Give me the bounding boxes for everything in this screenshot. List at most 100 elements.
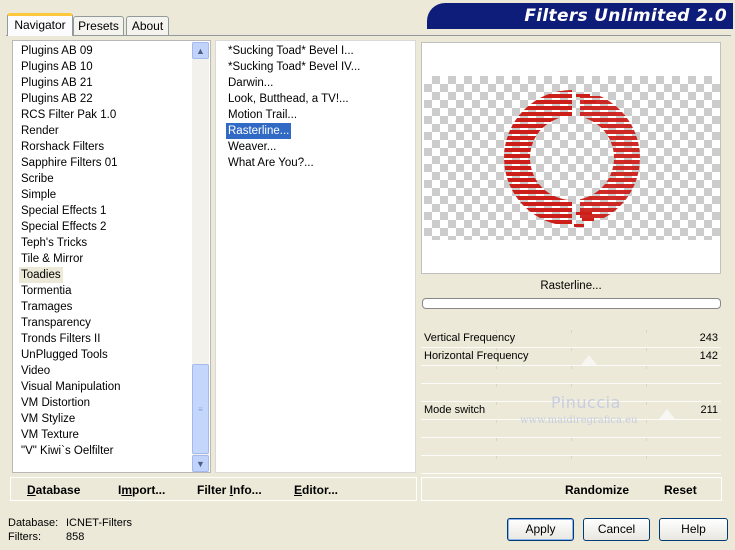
slider-tick xyxy=(646,366,647,369)
filter-list[interactable]: *Sucking Toad* Bevel I... *Sucking Toad* … xyxy=(215,40,416,473)
category-item[interactable]: Render xyxy=(19,123,61,139)
category-item[interactable]: Plugins AB 10 xyxy=(19,59,95,75)
slider-tick xyxy=(496,420,497,423)
slider-tick xyxy=(496,384,497,387)
slider-tick xyxy=(571,330,572,333)
slider-label: Mode switch xyxy=(424,404,486,416)
preview-canvas xyxy=(424,76,720,240)
app-banner: Filters Unlimited 2.0 xyxy=(427,3,733,29)
category-item[interactable]: Tramages xyxy=(19,299,74,315)
tab-about[interactable]: About xyxy=(126,16,169,35)
category-item[interactable]: RCS Filter Pak 1.0 xyxy=(19,107,118,123)
category-item[interactable]: Tronds Filters II xyxy=(19,331,102,347)
slider-tick xyxy=(571,384,572,387)
slider-tick xyxy=(646,420,647,423)
slider-label: Horizontal Frequency xyxy=(424,350,529,362)
category-item[interactable]: VM Stylize xyxy=(19,411,77,427)
import-button[interactable]: Import... xyxy=(118,483,165,497)
category-item[interactable]: Transparency xyxy=(19,315,93,331)
filter-item[interactable]: Darwin... xyxy=(226,75,275,91)
tab-navigator[interactable]: Navigator xyxy=(7,13,73,36)
reset-button[interactable]: Reset xyxy=(664,483,697,497)
scroll-up-button[interactable]: ▲ xyxy=(192,42,209,59)
category-item[interactable]: Video xyxy=(19,363,52,379)
slider-tick xyxy=(496,456,497,459)
filter-item[interactable]: Motion Trail... xyxy=(226,107,299,123)
slider-tick xyxy=(646,384,647,387)
tab-presets[interactable]: Presets xyxy=(73,16,124,35)
scroll-down-button[interactable]: ▼ xyxy=(192,455,209,472)
scroll-thumb[interactable]: ≡ xyxy=(192,364,209,454)
category-item[interactable]: VM Distortion xyxy=(19,395,92,411)
slider-tick xyxy=(571,438,572,441)
category-item[interactable]: UnPlugged Tools xyxy=(19,347,110,363)
category-item[interactable]: VM Texture xyxy=(19,427,81,443)
category-item[interactable]: Visual Manipulation xyxy=(19,379,123,395)
watermark-url: www.maidiregrafica.eu xyxy=(520,415,638,426)
database-button[interactable]: Database xyxy=(27,483,80,497)
status-filters-value: 858 xyxy=(66,531,85,543)
slider-tick xyxy=(646,330,647,333)
category-item[interactable]: Plugins AB 22 xyxy=(19,91,95,107)
slider-tick xyxy=(496,366,497,369)
slider-tick xyxy=(646,348,647,351)
slider-value: 142 xyxy=(699,350,718,362)
tab-panel-border xyxy=(6,35,731,36)
slider-tick xyxy=(571,366,572,369)
category-item[interactable]: Scribe xyxy=(19,171,56,187)
slider-tick xyxy=(496,438,497,441)
slider-row[interactable] xyxy=(421,456,721,474)
category-item[interactable]: Tormentia xyxy=(19,283,74,299)
filter-item[interactable]: *Sucking Toad* Bevel IV... xyxy=(226,59,362,75)
slider-tick xyxy=(646,456,647,459)
slider-tick xyxy=(646,402,647,405)
category-item[interactable]: Special Effects 1 xyxy=(19,203,108,219)
editor-button[interactable]: Editor... xyxy=(294,483,338,497)
category-item[interactable]: Plugins AB 09 xyxy=(19,43,95,59)
filter-item[interactable]: Rasterline... xyxy=(226,123,292,139)
right-toolbar: Randomize Reset xyxy=(421,477,722,501)
cancel-button[interactable]: Cancel xyxy=(583,518,650,541)
slider-row[interactable]: Horizontal Frequency 142 xyxy=(421,348,721,366)
slider-row[interactable] xyxy=(421,438,721,456)
preview-image xyxy=(504,90,640,227)
filter-info-button[interactable]: Filter Info... xyxy=(197,483,262,497)
category-list[interactable]: Plugins AB 09 Plugins AB 10 Plugins AB 21 P… xyxy=(12,40,211,473)
status-database-label: Database: xyxy=(8,517,59,529)
category-item[interactable]: Toadies xyxy=(19,267,63,283)
preview-filter-name: Rasterline... xyxy=(540,280,602,292)
slider-tick xyxy=(571,456,572,459)
filter-item[interactable]: What Are You?... xyxy=(226,155,316,171)
filter-item[interactable]: Weaver... xyxy=(226,139,278,155)
app-title: Filters Unlimited 2.0 xyxy=(524,6,727,26)
category-item[interactable]: Sapphire Filters 01 xyxy=(19,155,120,171)
randomize-button[interactable]: Randomize xyxy=(565,483,629,497)
category-item[interactable]: Rorshack Filters xyxy=(19,139,106,155)
slider-label: Vertical Frequency xyxy=(424,332,516,344)
slider-thumb[interactable] xyxy=(659,409,675,419)
category-item[interactable]: Teph's Tricks xyxy=(19,235,89,251)
category-item[interactable]: Plugins AB 21 xyxy=(19,75,95,91)
category-scrollbar[interactable]: ▲ ≡ ▼ xyxy=(192,42,209,472)
progress-bar xyxy=(422,298,721,309)
category-item[interactable]: Simple xyxy=(19,187,58,203)
slider-tick xyxy=(646,438,647,441)
slider-row[interactable] xyxy=(421,366,721,384)
category-item[interactable]: Special Effects 2 xyxy=(19,219,108,235)
slider-tick xyxy=(571,348,572,351)
status-filters-label: Filters: xyxy=(8,531,41,543)
slider-tick xyxy=(496,402,497,405)
apply-button[interactable]: Apply xyxy=(507,518,574,541)
slider-value: 243 xyxy=(699,332,718,344)
filter-item[interactable]: Look, Butthead, a TV!... xyxy=(226,91,351,107)
slider-row[interactable]: Vertical Frequency 243 xyxy=(421,330,721,348)
status-database-value: ICNET-Filters xyxy=(66,517,132,529)
slider-thumb[interactable] xyxy=(581,355,597,365)
category-item[interactable]: Tile & Mirror xyxy=(19,251,85,267)
slider-value: 211 xyxy=(700,404,718,416)
watermark-name: Pinuccia xyxy=(551,393,621,412)
category-item[interactable]: "V" Kiwi`s Oelfilter xyxy=(19,443,116,459)
filter-item[interactable]: *Sucking Toad* Bevel I... xyxy=(226,43,356,59)
left-toolbar: Database Import... Filter Info... Editor… xyxy=(10,477,417,501)
help-button[interactable]: Help xyxy=(659,518,728,541)
